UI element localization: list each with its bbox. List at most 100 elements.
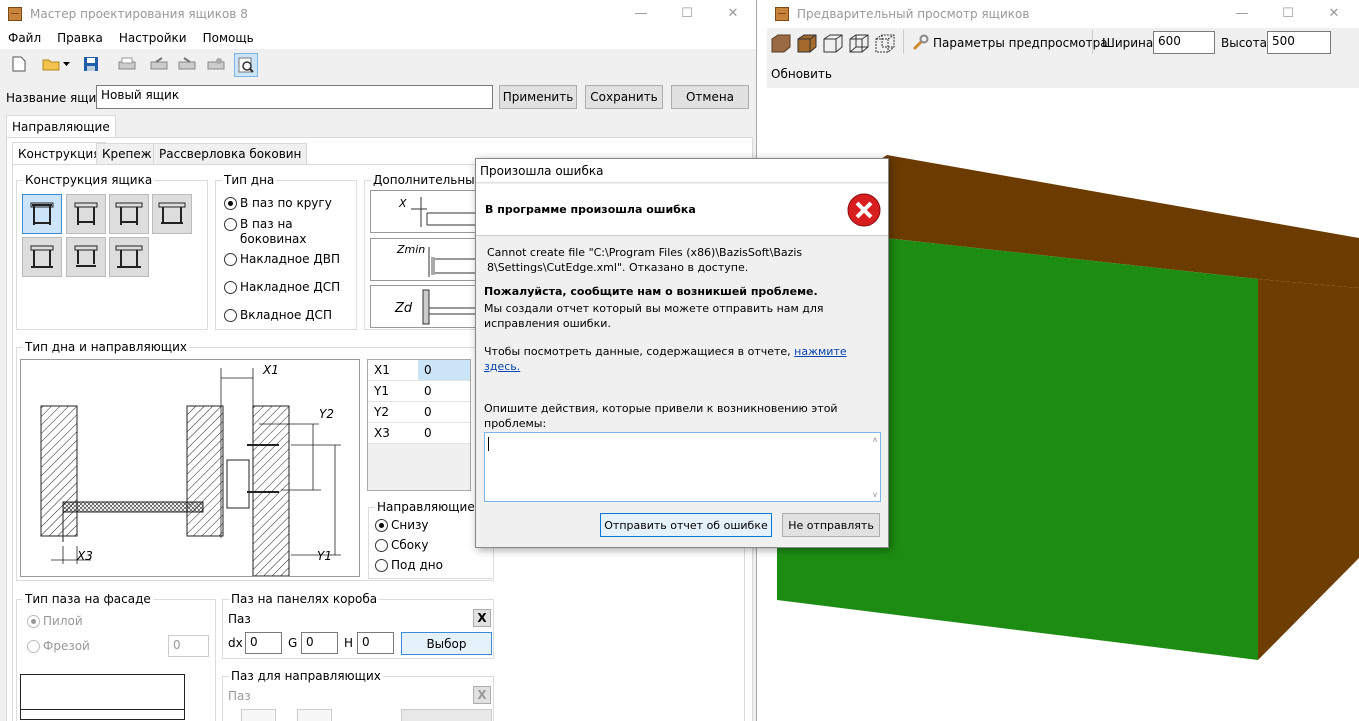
preview-minimize-button[interactable]: — [1219, 0, 1265, 27]
minimize-button[interactable]: — [618, 0, 664, 27]
menu-edit[interactable]: Правка [49, 31, 111, 45]
guides-group-label: Тип дна и направляющих [23, 340, 189, 354]
guides-groove-g-input[interactable] [241, 709, 276, 721]
construction-type-6-button[interactable] [66, 237, 106, 277]
guide-side-radio[interactable]: Сбоку [375, 538, 428, 553]
send-report-button[interactable]: Отправить отчет об ошибке [600, 513, 772, 537]
tab-side-drilling[interactable]: Рассверловка боковин [153, 143, 308, 164]
guides-groove-h-input[interactable] [297, 709, 332, 721]
bottom-type-radio-5[interactable]: Вкладное ДСП [224, 308, 352, 323]
facade-mill-radio[interactable]: Фрезой [27, 639, 90, 654]
bottom-type-radio-2[interactable]: В паз на боковинах [224, 217, 352, 247]
tab-guides[interactable]: Направляющие [6, 115, 116, 137]
save-icon[interactable] [80, 53, 102, 75]
wireframe-view-icon[interactable] [848, 33, 870, 56]
construction-type-2-button[interactable] [66, 194, 106, 234]
preview-close-button[interactable]: ✕ [1311, 0, 1357, 27]
bottom-type-radio-4[interactable]: Накладное ДСП [224, 280, 352, 295]
toolbar-separator [1092, 30, 1093, 54]
maximize-button[interactable]: ☐ [664, 0, 710, 27]
param-value-cell[interactable]: 0 [418, 360, 470, 381]
height-input[interactable]: 500 [1267, 31, 1331, 54]
facade-groove-label: Тип паза на фасаде [23, 592, 153, 606]
param-value-cell[interactable]: 0 [418, 381, 470, 402]
description-textarea[interactable]: ∧ ∨ [484, 432, 881, 502]
import-icon[interactable] [176, 53, 198, 75]
facade-mill-input[interactable]: 0 [168, 635, 209, 657]
g-input[interactable]: 0 [301, 632, 338, 654]
param-value-cell[interactable]: 0 [418, 423, 470, 444]
open-folder-icon[interactable] [40, 53, 62, 75]
construction-type-5-button[interactable] [22, 237, 62, 277]
solid-textured-view-icon[interactable] [770, 33, 792, 56]
guide-under-label: Под дно [391, 558, 443, 572]
save-button[interactable]: Сохранить [585, 85, 663, 109]
additional-zd-diagram[interactable]: Zd [370, 285, 480, 328]
guide-under-radio[interactable]: Под дно [375, 558, 443, 573]
dx-input[interactable]: 0 [245, 632, 282, 654]
facade-diagram [20, 674, 185, 720]
guides-groove-choose-button[interactable] [401, 709, 492, 721]
dialog-title: Произошла ошибка [480, 164, 604, 178]
hidden-lines-view-icon[interactable] [874, 33, 896, 56]
h-label: H [344, 636, 354, 650]
describe-text: Опишите действия, которые привели к возн… [484, 402, 838, 430]
facade-saw-radio[interactable]: Пилой [27, 614, 83, 629]
please-report-text: Пожалуйста, сообщите нам о возникшей про… [484, 285, 818, 298]
groove-clear-button[interactable]: X [473, 609, 491, 627]
bottom-type-radio-3[interactable]: Накладное ДВП [224, 252, 352, 267]
bottom-type-radio-1[interactable]: В паз по кругу [224, 196, 352, 211]
param-name-cell: X3 [368, 423, 418, 444]
cancel-button[interactable]: Отмена [671, 85, 749, 109]
width-input[interactable]: 600 [1153, 31, 1215, 54]
tab-fasteners[interactable]: Крепеж [96, 143, 158, 164]
bottom-type-label-2: В паз на боковинах [240, 217, 307, 246]
solid-view-icon[interactable] [796, 33, 818, 56]
toolbar-separator [903, 30, 904, 54]
new-file-icon[interactable] [8, 53, 30, 75]
tab-construction[interactable]: Конструкция [12, 142, 107, 164]
g-label: G [288, 636, 298, 650]
preview-params-button[interactable]: Параметры предпросмотра [933, 36, 1108, 50]
menu-file[interactable]: Файл [0, 31, 49, 45]
bottom-type-group-label: Тип дна [222, 173, 277, 187]
close-button[interactable]: ✕ [710, 0, 756, 27]
construction-type-1-button[interactable] [22, 194, 62, 234]
scroll-up-icon[interactable]: ∧ [872, 435, 878, 444]
construction-type-4-button[interactable] [152, 194, 192, 234]
additional-zd-label: Zd [394, 301, 413, 316]
error-message: Cannot create file "C:\Program Files (x8… [487, 246, 803, 274]
dont-send-button[interactable]: Не отправлять [782, 513, 880, 537]
menu-bar: Файл Правка Настройки Помощь [0, 27, 756, 49]
outline-view-icon[interactable] [822, 33, 844, 56]
transfer-icon[interactable] [205, 53, 227, 75]
h-input[interactable]: 0 [357, 632, 394, 654]
refresh-button[interactable]: Обновить [771, 67, 832, 81]
preview-maximize-button[interactable]: ☐ [1265, 0, 1311, 27]
preview-icon[interactable] [234, 53, 258, 77]
guides-groove-label: Паз для направляющих [229, 669, 383, 683]
guides-groove-sub-label: Паз [228, 689, 251, 703]
left-titlebar: Мастер проектирования ящиков 8 — ☐ ✕ [0, 0, 756, 27]
open-dropdown-icon[interactable] [60, 53, 72, 75]
additional-zmin-label: Zmin [396, 243, 425, 256]
export-icon[interactable] [148, 53, 170, 75]
menu-help[interactable]: Помощь [195, 31, 262, 45]
apply-button[interactable]: Применить [499, 85, 577, 109]
box-name-input[interactable]: Новый ящик [96, 85, 493, 109]
additional-x-diagram[interactable]: X [370, 190, 480, 233]
param-value-cell[interactable]: 0 [418, 402, 470, 423]
choose-button[interactable]: Выбор [401, 632, 492, 655]
guide-bottom-radio[interactable]: Снизу [375, 518, 429, 533]
scroll-down-icon[interactable]: ∨ [872, 490, 878, 499]
bottom-type-label-1: В паз по кругу [240, 196, 332, 210]
bottom-type-label-3: Накладное ДВП [240, 252, 340, 266]
menu-settings[interactable]: Настройки [111, 31, 195, 45]
groove-label: Паз [228, 612, 251, 626]
print-icon[interactable] [116, 53, 138, 75]
guides-groove-clear-button[interactable]: X [473, 686, 491, 704]
additional-zmin-diagram[interactable]: Zmin [370, 238, 480, 281]
construction-type-3-button[interactable] [109, 194, 149, 234]
dx-label: dx [228, 636, 243, 650]
construction-type-7-button[interactable] [109, 237, 149, 277]
